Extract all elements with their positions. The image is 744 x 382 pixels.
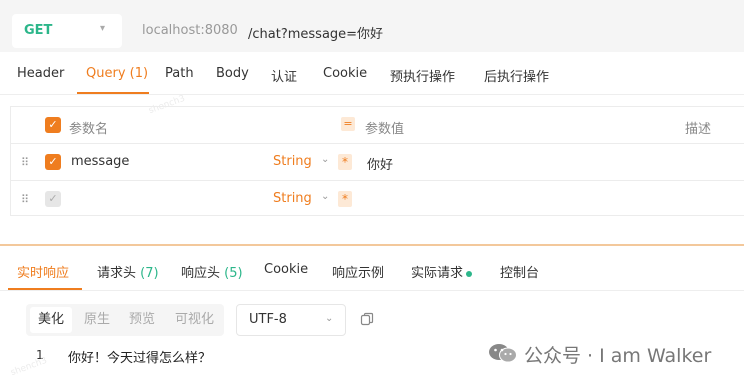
tab-header[interactable]: Header <box>17 66 64 81</box>
divider <box>0 94 744 95</box>
tab-cookie[interactable]: Cookie <box>264 262 308 277</box>
tab-count: (5) <box>224 266 243 281</box>
tab-label: 响应头 <box>181 266 221 281</box>
encoding-select[interactable]: UTF-8 ⌄ <box>236 304 346 336</box>
row-checkbox[interactable]: ✓ <box>45 191 61 207</box>
tab-label: 实际请求 <box>411 266 464 281</box>
tab-request-headers[interactable]: 请求头 (7) <box>97 262 159 281</box>
section-divider <box>0 244 744 246</box>
host-field[interactable]: localhost:8080 <box>142 23 238 38</box>
watermark-text: 公众号 · I am Walker <box>524 345 712 367</box>
chevron-down-icon: ⌄ <box>321 191 330 202</box>
drag-handle-icon[interactable]: ⠿ <box>21 193 29 206</box>
encoding-label: UTF-8 <box>249 312 287 327</box>
divider <box>0 290 744 291</box>
request-tabs: Header Query (1) Path Body 认证 Cookie 预执行… <box>0 56 744 94</box>
url-bar: GET ▾ localhost:8080 /chat?message=你好 <box>0 0 744 52</box>
table-row: ⠿ ✓ String ⌄ * <box>11 181 744 218</box>
equals-icon: = <box>341 117 355 131</box>
tab-actual-request[interactable]: 实际请求 <box>411 262 473 281</box>
tab-live-response[interactable]: 实时响应 <box>17 262 69 281</box>
tab-post-request[interactable]: 后执行操作 <box>484 66 549 85</box>
tab-label: 请求头 <box>97 266 137 281</box>
response-body-text: 你好！今天过得怎么样？ <box>68 351 212 366</box>
view-pretty-button[interactable]: 美化 <box>30 307 73 333</box>
chevron-down-icon: ⌄ <box>325 313 334 324</box>
tab-body[interactable]: Body <box>216 66 249 81</box>
view-raw-button[interactable]: 原生 <box>76 307 118 333</box>
method-select[interactable]: GET ▾ <box>12 14 122 48</box>
param-type-select[interactable]: String <box>273 191 312 206</box>
params-table: ✓ 参数名 = 参数值 描述 ⠿ ✓ message String ⌄ * 你好… <box>10 106 744 216</box>
table-header-row: ✓ 参数名 = 参数值 描述 <box>11 107 744 144</box>
tab-response-headers[interactable]: 响应头 (5) <box>181 262 243 281</box>
tab-pre-request[interactable]: 预执行操作 <box>390 66 455 85</box>
chevron-down-icon: ▾ <box>100 23 106 34</box>
row-checkbox[interactable]: ✓ <box>45 154 61 170</box>
copy-icon[interactable] <box>360 312 374 326</box>
param-value-cell[interactable]: 你好 <box>367 154 393 173</box>
tab-cookie[interactable]: Cookie <box>323 66 367 81</box>
drag-handle-icon[interactable]: ⠿ <box>21 156 29 169</box>
tab-auth[interactable]: 认证 <box>271 66 297 85</box>
view-preview-button[interactable]: 预览 <box>121 307 163 333</box>
header-param-value: 参数值 <box>365 122 405 137</box>
wechat-icon <box>489 344 517 363</box>
table-row: ⠿ ✓ message String ⌄ * 你好 <box>11 144 744 181</box>
path-input[interactable]: /chat?message=你好 <box>248 23 383 42</box>
param-type-select[interactable]: String <box>273 154 312 169</box>
chevron-down-icon: ⌄ <box>321 154 330 165</box>
required-star-icon: * <box>338 154 352 170</box>
status-dot-icon <box>466 270 473 277</box>
view-visualize-button[interactable]: 可视化 <box>167 307 222 333</box>
watermark-ghost: shench3 <box>9 355 49 379</box>
required-star-icon: * <box>338 191 352 207</box>
tab-console[interactable]: 控制台 <box>500 262 539 281</box>
select-all-checkbox[interactable]: ✓ <box>45 117 61 133</box>
view-mode-group: 美化 原生 预览 可视化 <box>26 304 224 336</box>
param-name-cell[interactable]: message <box>71 154 129 169</box>
response-tabs: 实时响应 请求头 (7) 响应头 (5) Cookie 响应示例 实际请求 控制… <box>0 248 744 290</box>
method-label: GET <box>24 23 53 38</box>
header-description: 描述 <box>685 122 712 137</box>
tab-count: (7) <box>140 266 159 281</box>
tab-query[interactable]: Query (1) <box>86 66 148 81</box>
tab-path[interactable]: Path <box>165 66 194 81</box>
tab-response-example[interactable]: 响应示例 <box>332 262 384 281</box>
header-param-name: 参数名 <box>69 122 109 137</box>
